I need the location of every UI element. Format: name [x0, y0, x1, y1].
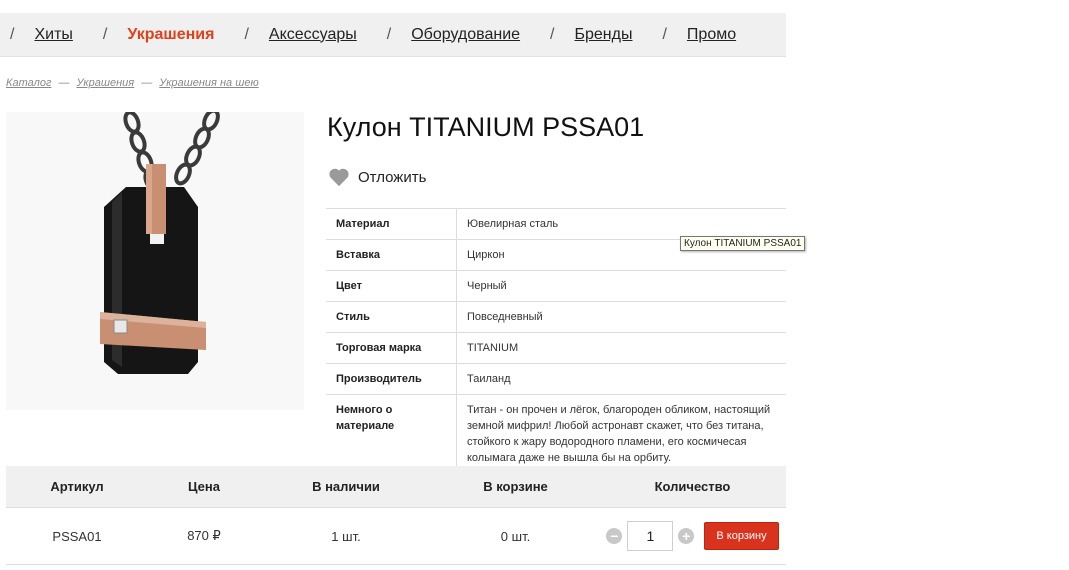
header-sku: Артикул: [6, 466, 148, 508]
title-tooltip: Кулон TITANIUM PSSA01: [680, 236, 806, 251]
product-title: Кулон TITANIUM PSSA01: [327, 112, 645, 142]
offer-row: PSSA01 870 ₽ 1 шт. 0 шт. − + В корзину: [6, 507, 786, 565]
spec-value: Таиланд: [456, 363, 786, 395]
wishlist-button[interactable]: Отложить: [328, 167, 426, 187]
spec-row: Цвет Черный: [326, 270, 786, 302]
top-nav: / Хиты / Украшения / Аксессуары / Оборуд…: [0, 13, 786, 57]
spec-value: Ювелирная сталь: [456, 208, 786, 240]
spec-row: Материал Ювелирная сталь: [326, 208, 786, 240]
offer-stock: 1 шт.: [260, 507, 432, 565]
breadcrumb: Каталог — Украшения — Украшения на шею: [6, 77, 259, 89]
breadcrumb-link-jewelry[interactable]: Украшения: [77, 77, 135, 89]
spec-key: Немного о материале: [326, 394, 457, 474]
nav-item-brands[interactable]: Бренды: [575, 26, 633, 44]
spec-key: Вставка: [326, 239, 457, 271]
spec-value: Черный: [456, 270, 786, 302]
nav-separator: /: [662, 25, 667, 43]
spec-value: Титан - он прочен и лёгок, благороден об…: [456, 394, 786, 474]
spec-key: Стиль: [326, 301, 457, 333]
spec-key: Цвет: [326, 270, 457, 302]
nav-item-accessories[interactable]: Аксессуары: [269, 26, 357, 44]
nav-separator: /: [244, 25, 249, 43]
breadcrumb-divider: —: [141, 77, 153, 89]
pendant-image: [100, 108, 220, 374]
offer-table: Артикул Цена В наличии В корзине Количес…: [6, 466, 786, 565]
nav-item-jewelry[interactable]: Украшения: [127, 26, 214, 44]
header-stock: В наличии: [260, 466, 432, 508]
spec-key: Торговая марка: [326, 332, 457, 364]
nav-separator: /: [10, 25, 15, 43]
decrease-quantity-button[interactable]: −: [606, 528, 623, 544]
spec-key: Производитель: [326, 363, 457, 395]
header-quantity: Количество: [599, 466, 786, 508]
header-price: Цена: [148, 466, 260, 508]
add-to-cart-button[interactable]: В корзину: [704, 522, 779, 550]
nav-separator: /: [102, 25, 108, 43]
breadcrumb-divider: —: [58, 77, 70, 89]
nav-item-hits[interactable]: Хиты: [34, 26, 72, 44]
offer-sku: PSSA01: [6, 507, 148, 565]
spec-row: Стиль Повседневный: [326, 301, 786, 333]
header-in-cart: В корзине: [432, 466, 599, 508]
spec-row: Торговая марка TITANIUM: [326, 332, 786, 364]
nav-item-equipment[interactable]: Оборудование: [411, 26, 520, 44]
quantity-input[interactable]: [627, 521, 674, 551]
wishlist-label: Отложить: [358, 168, 427, 186]
nav-item-promo[interactable]: Промо: [687, 26, 736, 44]
increase-quantity-button[interactable]: +: [678, 528, 695, 544]
offer-header-row: Артикул Цена В наличии В корзине Количес…: [6, 466, 786, 508]
spec-key: Материал: [326, 208, 457, 240]
spec-value: Повседневный: [456, 301, 786, 333]
product-image[interactable]: [6, 108, 304, 410]
offer-in-cart: 0 шт.: [432, 507, 599, 565]
spec-row: Немного о материале Титан - он прочен и …: [326, 394, 786, 474]
nav-separator: /: [386, 25, 392, 43]
offer-price: 870 ₽: [148, 507, 260, 565]
spec-row: Производитель Таиланд: [326, 363, 786, 395]
heart-icon: [329, 168, 349, 187]
quantity-cell: − + В корзину: [599, 507, 786, 565]
spec-value: TITANIUM: [456, 332, 786, 364]
quantity-stepper: − + В корзину: [600, 521, 785, 551]
breadcrumb-link-neck-jewelry[interactable]: Украшения на шею: [159, 77, 258, 89]
breadcrumb-link-catalog[interactable]: Каталог: [6, 77, 51, 89]
nav-separator: /: [550, 25, 555, 43]
